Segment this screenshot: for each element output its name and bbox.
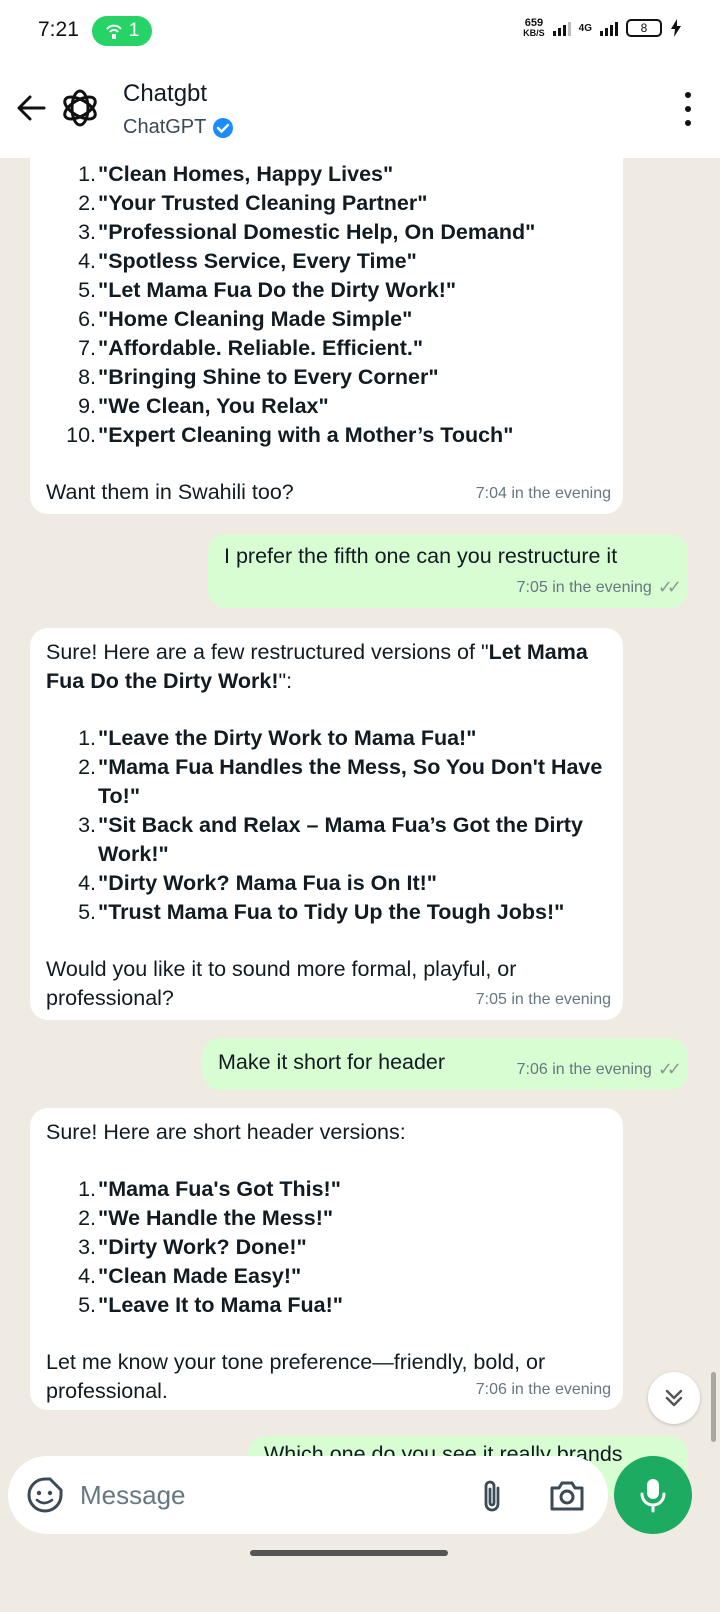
message-text: Sure! Here are short header versions: <box>46 1120 406 1144</box>
list-item: 5. "Leave It to Mama Fua!" <box>78 1293 343 1317</box>
list-item: 1. "Mama Fua's Got This!" <box>78 1177 341 1201</box>
camera-button[interactable] <box>548 1478 586 1514</box>
list-item: 7. "Affordable. Reliable. Efficient." <box>78 336 424 360</box>
list-item: 10. "Expert Cleaning with a Mother’s Touc… <box>66 423 514 447</box>
hotspot-icon <box>105 24 122 39</box>
message-incoming[interactable]: 1. "Clean Homes, Happy Lives" 2. "Your Tru… <box>30 158 623 514</box>
hotspot-indicator: 1 <box>92 16 152 46</box>
microphone-icon <box>640 1479 666 1513</box>
attach-button[interactable] <box>474 1476 510 1516</box>
read-receipt-icon: ✓✓ <box>657 577 682 597</box>
chat-header: Chatgbt ChatGPT <box>0 62 720 158</box>
status-time: 7:21 <box>38 18 79 41</box>
network-type: 4G <box>578 22 592 34</box>
message-text: I prefer the fifth one can you restructu… <box>224 544 618 568</box>
read-receipt-icon: ✓✓ <box>657 1059 682 1079</box>
list-item: 3. "Dirty Work? Done!" <box>78 1235 307 1259</box>
list-item: 8. "Bringing Shine to Every Corner" <box>78 365 439 389</box>
voice-message-button[interactable] <box>614 1456 692 1534</box>
message-time: 7:06 in the evening <box>475 1381 611 1398</box>
scroll-to-bottom-button[interactable] <box>648 1372 700 1424</box>
list-item: 1. "Clean Homes, Happy Lives" <box>78 162 394 186</box>
signal-icon <box>552 20 571 36</box>
verified-badge-icon <box>213 117 234 138</box>
list-item: 9. "We Clean, You Relax" <box>78 394 329 418</box>
sticker-icon <box>27 1477 63 1513</box>
message-incoming[interactable]: Sure! Here are a few restructured versio… <box>30 628 623 1020</box>
list-item: 6. "Home Cleaning Made Simple" <box>78 307 413 331</box>
contact-subtitle[interactable]: ChatGPT <box>123 116 234 139</box>
list-item: 2. "We Handle the Mess!" <box>78 1206 334 1230</box>
message-time: 7:05 in the evening ✓✓ <box>517 573 682 602</box>
message-incoming[interactable]: Sure! Here are short header versions: 1.… <box>30 1108 623 1410</box>
message-list[interactable]: 1. "Clean Homes, Happy Lives" 2. "Your Tru… <box>0 158 720 1498</box>
sticker-button[interactable] <box>26 1476 64 1514</box>
charging-icon <box>671 19 681 37</box>
battery-icon: 8 <box>626 19 662 37</box>
list-item: 4. "Dirty Work? Mama Fua is On It!" <box>78 871 437 895</box>
list-item: 2. "Mama Fua Handles the Mess, So You Don… <box>78 755 603 808</box>
restructured-list: 1. "Leave the Dirty Work to Mama Fua!" 2.… <box>50 724 607 927</box>
message-outgoing[interactable]: Make it short for header 7:06 in the eve… <box>202 1038 688 1090</box>
scrollbar[interactable] <box>711 1372 716 1442</box>
message-time: 7:04 in the evening <box>475 485 611 502</box>
message-input[interactable] <box>80 1474 460 1516</box>
paperclip-icon <box>484 1480 500 1512</box>
list-item: 3. "Professional Domestic Help, On Demand… <box>78 220 536 244</box>
avatar[interactable] <box>58 86 102 130</box>
back-button[interactable] <box>12 88 52 128</box>
list-item: 4. "Clean Made Easy!" <box>78 1264 302 1288</box>
hotspot-count: 1 <box>128 20 140 41</box>
contact-name[interactable]: Chatgbt <box>123 80 207 108</box>
list-item: 4. "Spotless Service, Every Time" <box>78 249 417 273</box>
message-time: 7:05 in the evening <box>475 991 611 1008</box>
message-text: Sure! Here are a few restructured versio… <box>46 640 588 693</box>
list-item: 5. "Let Mama Fua Do the Dirty Work!" <box>78 278 457 302</box>
message-outgoing[interactable]: I prefer the fifth one can you restructu… <box>208 534 688 608</box>
status-bar: 7:21 1 659 KB/S 4G 8 <box>0 0 720 62</box>
more-options-button[interactable] <box>682 92 694 126</box>
list-item: 5. "Trust Mama Fua to Tidy Up the Tough J… <box>78 900 565 924</box>
list-item: 2. "Your Trusted Cleaning Partner" <box>78 191 428 215</box>
camera-icon <box>550 1481 584 1511</box>
status-icons: 659 KB/S 4G 8 <box>523 18 682 38</box>
home-indicator[interactable] <box>250 1550 448 1556</box>
list-item: 1. "Leave the Dirty Work to Mama Fua!" <box>78 726 477 750</box>
net-speed: 659 KB/S <box>523 17 545 39</box>
double-chevron-down-icon <box>665 1389 683 1407</box>
signal-icon-2 <box>600 20 618 36</box>
message-composer <box>8 1456 608 1534</box>
list-item: 3. "Sit Back and Relax – Mama Fua’s Got t… <box>78 813 583 866</box>
slogan-list: 1. "Clean Homes, Happy Lives" 2. "Your Tru… <box>50 160 607 450</box>
header-list: 1. "Mama Fua's Got This!" 2. "We Handle th… <box>50 1175 607 1320</box>
chatgpt-logo-icon <box>63 89 97 127</box>
message-time: 7:06 in the evening ✓✓ <box>517 1055 682 1084</box>
arrow-left-icon <box>17 95 46 121</box>
